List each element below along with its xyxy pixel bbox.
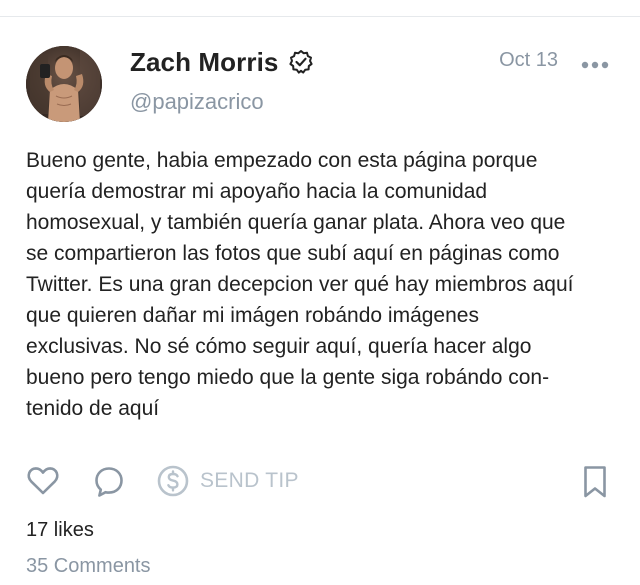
author-display-name[interactable]: Zach Morris bbox=[130, 47, 278, 78]
send-tip-button[interactable]: SEND TIP bbox=[156, 462, 299, 500]
author-handle[interactable]: @papizacrico bbox=[130, 89, 264, 115]
likes-count[interactable]: 17 likes bbox=[26, 519, 94, 542]
dollar-circle-icon bbox=[156, 464, 190, 498]
author-name-row: Zach Morris bbox=[130, 47, 314, 77]
heart-outline-icon[interactable] bbox=[26, 464, 60, 498]
comment-bubble-icon[interactable] bbox=[93, 465, 125, 499]
post-actions: SEND TIP bbox=[0, 462, 640, 502]
send-tip-label: SEND TIP bbox=[200, 469, 299, 492]
avatar[interactable] bbox=[26, 46, 102, 122]
post-text: Bueno gente, habia empezado con esta pág… bbox=[26, 149, 574, 420]
comments-link[interactable]: 35 Comments bbox=[26, 555, 151, 578]
post-date: Oct 13 bbox=[499, 49, 558, 71]
verified-badge-icon bbox=[288, 49, 314, 75]
more-horizontal-icon[interactable] bbox=[580, 57, 610, 69]
bookmark-outline-icon[interactable] bbox=[580, 464, 610, 500]
post-card: Zach Morris @papizacrico Oct 13 Bueno ge… bbox=[0, 17, 640, 585]
